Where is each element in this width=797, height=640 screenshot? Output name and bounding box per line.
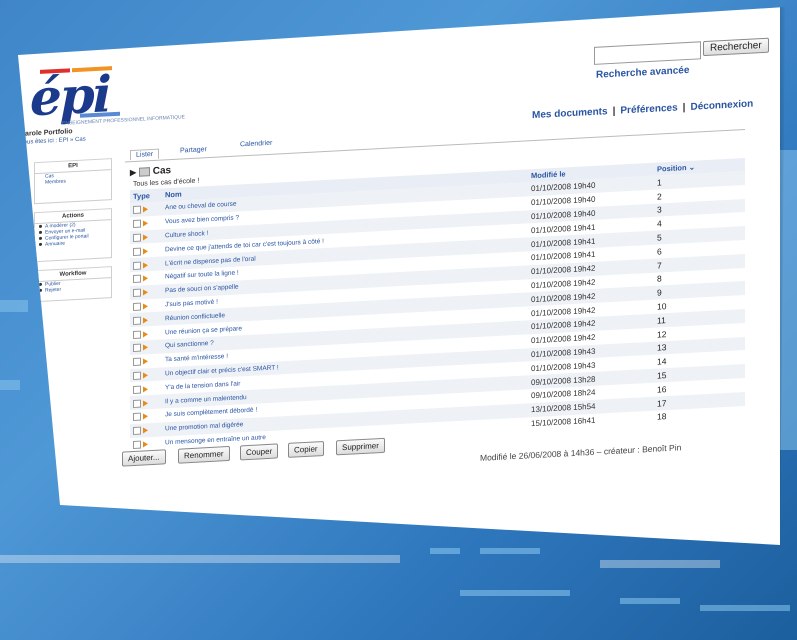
bullet-icon — [39, 288, 42, 293]
portfolio-title: Carole Portfolio — [20, 128, 73, 138]
tab-baseline — [125, 128, 745, 163]
expand-arrow-icon[interactable]: ▶ — [130, 168, 136, 177]
tab-share[interactable]: Partager — [180, 146, 207, 154]
workflow-label: Rejeter — [45, 286, 62, 294]
document-arrow-icon — [143, 206, 149, 213]
row-checkbox[interactable] — [133, 343, 141, 353]
document-arrow-icon — [143, 234, 149, 241]
row-checkbox[interactable] — [133, 440, 141, 449]
row-checkbox[interactable] — [133, 219, 141, 229]
document-arrow-icon — [143, 413, 149, 420]
row-checkbox[interactable] — [133, 357, 141, 367]
row-checkbox[interactable] — [133, 412, 141, 422]
bullet-icon — [39, 224, 42, 229]
folder-header: ▶ Cas — [130, 165, 171, 178]
cut-button[interactable]: Couper — [240, 443, 279, 461]
document-arrow-icon — [143, 303, 149, 310]
search-input[interactable] — [594, 41, 701, 65]
document-arrow-icon — [143, 358, 149, 365]
row-checkbox[interactable] — [133, 247, 141, 256]
breadcrumb: Vous êtes ici : EPI » Cas — [20, 136, 86, 146]
sort-arrow-icon: ⌄ — [688, 162, 695, 172]
folder-name: Cas — [152, 165, 172, 177]
row-checkbox[interactable] — [133, 399, 141, 408]
document-arrow-icon — [143, 220, 149, 227]
document-arrow-icon — [143, 248, 149, 255]
bullet-icon — [39, 242, 42, 247]
tab-calendar[interactable]: Calendrier — [240, 140, 272, 149]
add-button[interactable]: Ajouter... — [122, 449, 166, 467]
user-links: Mes documents | Préférences | Déconnexion — [532, 99, 753, 122]
documents-table: Type Nom Modifié le Position ⌄ Ane ou ch… — [130, 157, 745, 452]
document-arrow-icon — [143, 330, 149, 338]
separator: | — [612, 105, 616, 117]
row-checkbox[interactable] — [133, 233, 141, 243]
document-arrow-icon — [143, 372, 149, 379]
sidebar-actions-box: Actions A modérer (2) Envoyer un e-mail … — [34, 208, 112, 263]
preferences-link[interactable]: Préférences — [620, 102, 677, 116]
row-checkbox[interactable] — [133, 371, 141, 380]
document-arrow-icon — [143, 399, 149, 407]
copy-button[interactable]: Copier — [288, 441, 324, 458]
action-label: Annuaire — [45, 240, 66, 248]
sidebar-tree-box: EPI Cas Membres — [34, 158, 112, 205]
delete-button[interactable]: Supprimer — [336, 437, 385, 456]
folder-icon — [138, 167, 150, 177]
browser-page: épi ENSEIGNEMENT PROFESSIONNEL INFORMATI… — [18, 7, 780, 545]
document-arrow-icon — [143, 427, 149, 434]
document-arrow-icon — [143, 261, 149, 269]
document-arrow-icon — [143, 441, 149, 448]
row-checkbox[interactable] — [133, 302, 141, 312]
separator: | — [682, 102, 686, 114]
tab-list[interactable]: Lister — [130, 148, 160, 161]
modification-footer: Modifié le 26/06/2008 à 14h36 – créateur… — [480, 442, 682, 463]
row-checkbox[interactable] — [133, 426, 141, 436]
row-checkbox[interactable] — [133, 275, 141, 284]
document-arrow-icon — [143, 386, 149, 393]
advanced-search-link[interactable]: Recherche avancée — [596, 65, 689, 81]
document-arrow-icon — [143, 344, 149, 351]
logout-link[interactable]: Déconnexion — [690, 99, 753, 113]
row-checkbox[interactable] — [133, 206, 141, 215]
bullet-icon — [39, 236, 42, 241]
row-checkbox[interactable] — [133, 330, 141, 339]
col-position-label: Position — [657, 163, 687, 174]
document-arrow-icon — [143, 317, 149, 324]
row-checkbox[interactable] — [133, 288, 141, 298]
row-checkbox[interactable] — [133, 316, 141, 325]
document-arrow-icon — [143, 275, 149, 282]
rename-button[interactable]: Renommer — [178, 445, 230, 464]
bullet-icon — [39, 282, 42, 287]
sidebar-workflow-box: Workflow Publier Rejeter — [34, 266, 112, 303]
row-checkbox[interactable] — [133, 385, 141, 394]
search-button[interactable]: Rechercher — [703, 37, 769, 57]
document-arrow-icon — [143, 289, 149, 296]
row-checkbox[interactable] — [133, 261, 141, 270]
bullet-icon — [39, 230, 42, 235]
my-documents-link[interactable]: Mes documents — [532, 106, 608, 121]
